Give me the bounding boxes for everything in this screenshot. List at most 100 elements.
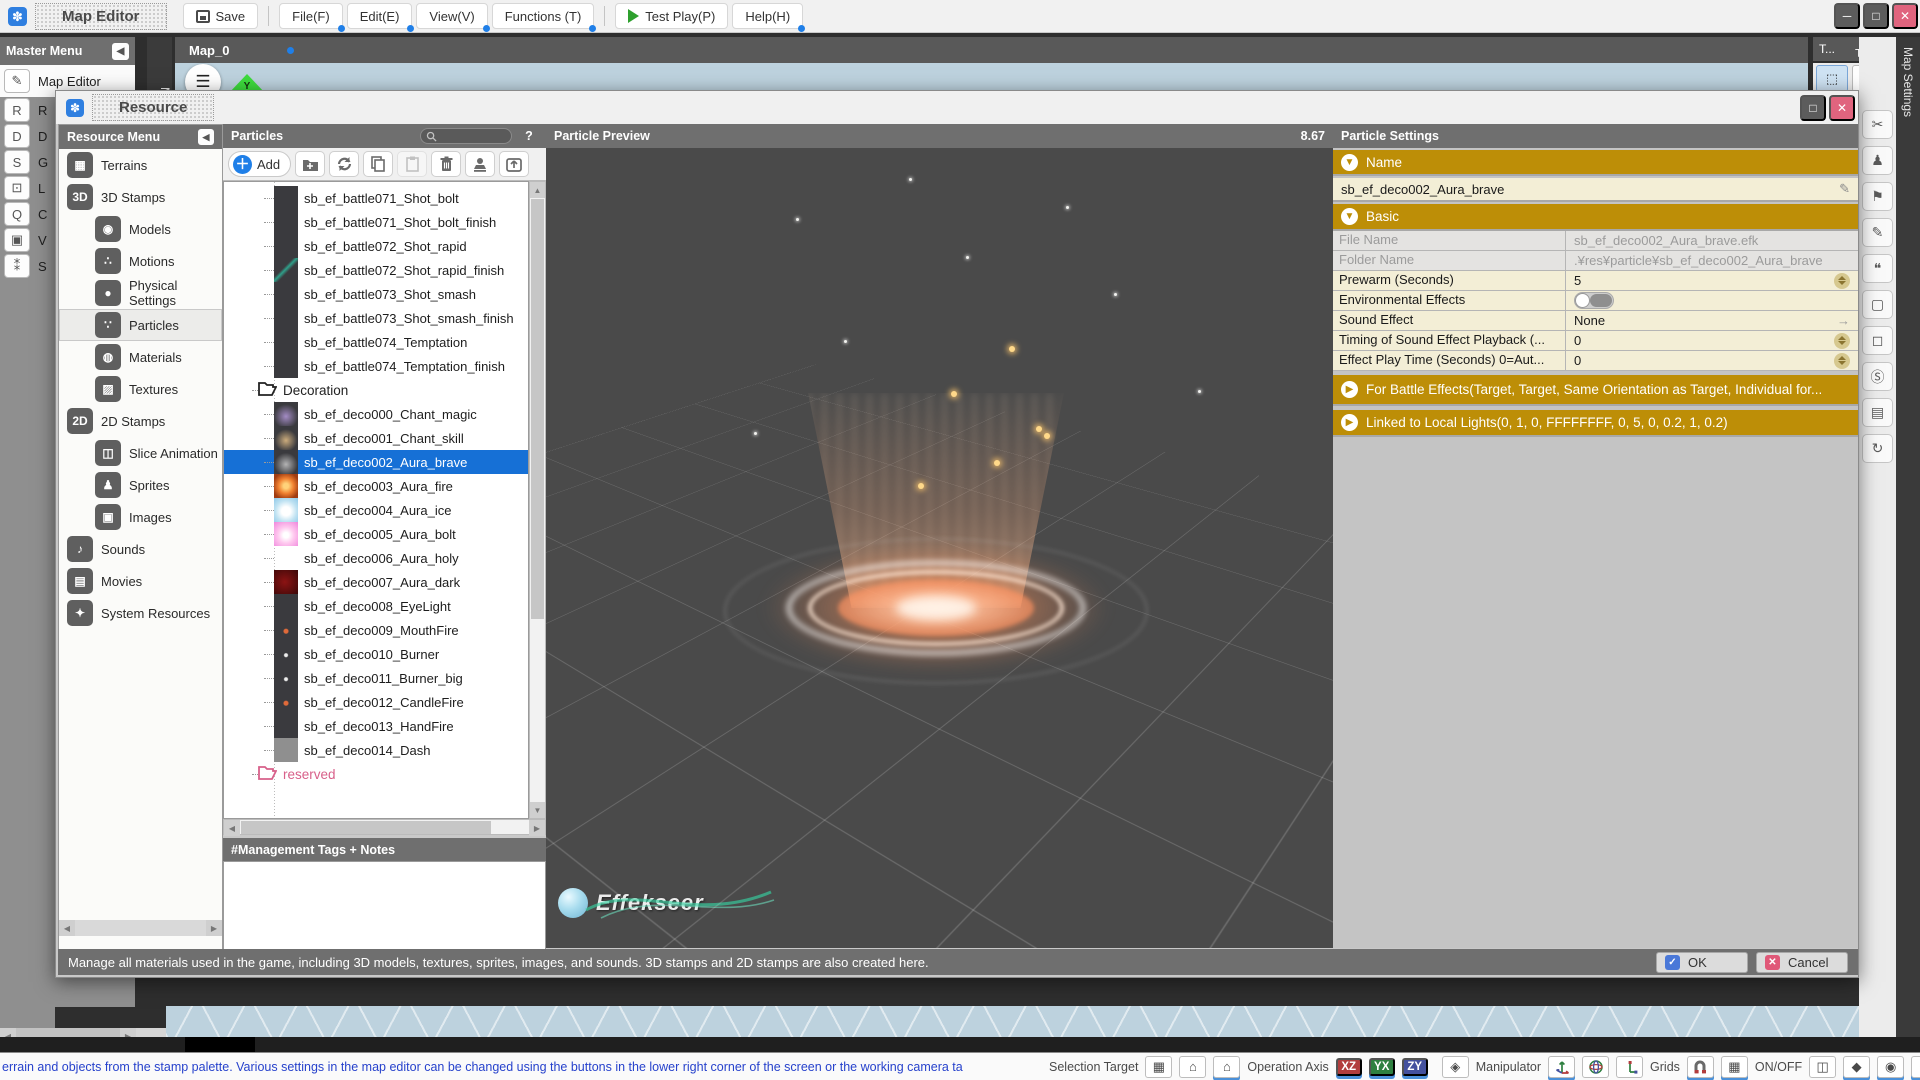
stamp-mode-button[interactable]: ◈ <box>1442 1056 1469 1078</box>
resource-menu-item-sprites[interactable]: ♟Sprites <box>59 469 222 501</box>
undo-icon[interactable]: ↻ <box>1862 434 1893 463</box>
tree-item[interactable]: sb_ef_battle071_Shot_bolt_finish <box>224 210 528 234</box>
new-folder-button[interactable] <box>295 151 325 177</box>
snap-magnet-button[interactable] <box>1687 1056 1714 1078</box>
stamp-select-icon[interactable]: ✂ <box>1862 110 1893 139</box>
section-name[interactable]: ▼ Name <box>1333 150 1858 176</box>
scrollbar-thumb[interactable] <box>531 199 544 619</box>
effect-wand-button[interactable]: ✦ <box>1911 1056 1920 1078</box>
resource-menu-item-slice-animation[interactable]: ◫Slice Animation <box>59 437 222 469</box>
edit-pencil-icon[interactable]: ✎ <box>1839 181 1850 197</box>
help-button[interactable]: ? <box>520 129 538 143</box>
copy-button[interactable] <box>363 151 393 177</box>
tree-item[interactable]: sb_ef_deco003_Aura_fire <box>224 474 528 498</box>
resource-menu-item-textures[interactable]: ▨Textures <box>59 373 222 405</box>
tree-item[interactable]: sb_ef_battle072_Shot_rapid <box>224 234 528 258</box>
ok-button[interactable]: ✓ OK <box>1656 952 1748 973</box>
resource-menu-item-materials[interactable]: ◍Materials <box>59 341 222 373</box>
edit-icon[interactable]: ✎ <box>1862 218 1893 247</box>
axis-yx-button[interactable]: YX <box>1369 1058 1395 1076</box>
resource-close-button[interactable]: ✕ <box>1829 95 1855 121</box>
move-tool-button[interactable] <box>1548 1056 1575 1078</box>
axis-zy-button[interactable]: ZY <box>1402 1058 1428 1076</box>
menu-filef[interactable]: File(F) <box>279 3 343 29</box>
spinner-icon[interactable] <box>1834 333 1850 349</box>
menu-functionst[interactable]: Functions (T) <box>492 3 595 29</box>
resource-menu-item-3d-stamps[interactable]: 3D3D Stamps <box>59 181 222 213</box>
resource-menu-item-terrains[interactable]: ▦Terrains <box>59 149 222 181</box>
menu-viewv[interactable]: View(V) <box>416 3 487 29</box>
tree-item[interactable]: sb_ef_battle073_Shot_smash <box>224 282 528 306</box>
box-icon[interactable]: ▢ <box>1862 290 1893 319</box>
tree-folder-decoration[interactable]: Decoration <box>224 378 528 402</box>
clipboard-icon[interactable]: ▤ <box>1862 398 1893 427</box>
tree-item[interactable]: sb_ef_deco013_HandFire <box>224 714 528 738</box>
export-button[interactable] <box>499 151 529 177</box>
scroll-right-icon[interactable]: ▶ <box>206 920 222 936</box>
setting-value[interactable]: 0 <box>1566 351 1858 370</box>
tree-item[interactable]: sb_ef_deco014_Dash <box>224 738 528 762</box>
resource-menu-item-2d-stamps[interactable]: 2D2D Stamps <box>59 405 222 437</box>
scrollbar-thumb[interactable] <box>241 821 491 834</box>
section-battle-effects[interactable]: ▶ For Battle Effects(Target, Target, Sam… <box>1333 375 1858 406</box>
spinner-icon[interactable] <box>1834 273 1850 289</box>
paste-button[interactable] <box>397 151 427 177</box>
grid-toggle-button[interactable]: ▦ <box>1721 1056 1748 1078</box>
window-minimize-button[interactable]: ─ <box>1834 3 1860 29</box>
cancel-button[interactable]: ✕ Cancel <box>1756 952 1848 973</box>
setting-value[interactable] <box>1566 291 1858 310</box>
toggle-off[interactable] <box>1574 292 1614 309</box>
scale-tool-button[interactable] <box>1616 1056 1643 1078</box>
search-input[interactable] <box>420 128 512 144</box>
window-maximize-button[interactable]: □ <box>1863 3 1889 29</box>
tree-item[interactable]: sb_ef_deco000_Chant_magic <box>224 402 528 426</box>
resource-menu-item-movies[interactable]: ▤Movies <box>59 565 222 597</box>
rotate-tool-button[interactable] <box>1582 1056 1609 1078</box>
tree-item[interactable]: sb_ef_deco001_Chant_skill <box>224 426 528 450</box>
arrow-right-icon[interactable]: → <box>1837 313 1850 328</box>
resource-titlebar[interactable]: ✽ Resource □ ✕ <box>56 91 1858 124</box>
select-building-button[interactable]: ⌂ <box>1213 1056 1240 1078</box>
tree-item[interactable]: sb_ef_deco010_Burner <box>224 642 528 666</box>
resource-menu-item-physical-settings[interactable]: ●Physical Settings <box>59 277 222 309</box>
flag-icon[interactable]: ⚑ <box>1862 182 1893 211</box>
tree-item[interactable]: sb_ef_deco006_Aura_holy <box>224 546 528 570</box>
tree-item[interactable]: sb_ef_deco009_MouthFire <box>224 618 528 642</box>
section-local-lights[interactable]: ▶ Linked to Local Lights(0, 1, 0, FFFFFF… <box>1333 410 1858 437</box>
layout-toggle-button[interactable]: ◫ <box>1809 1056 1836 1078</box>
select-map-chip-button[interactable]: ▦ <box>1145 1056 1172 1078</box>
prism-toggle-button[interactable]: ◆ <box>1843 1056 1870 1078</box>
help-menu[interactable]: Help(H) <box>732 3 803 29</box>
refresh-button[interactable] <box>329 151 359 177</box>
name-field[interactable]: sb_ef_deco002_Aura_brave ✎ <box>1333 178 1858 202</box>
scroll-left-icon[interactable]: ◀ <box>224 820 240 836</box>
system-icon[interactable]: Ⓢ <box>1862 362 1893 391</box>
tree-vertical-scrollbar[interactable]: ▲ ▼ <box>529 181 546 819</box>
tree-horizontal-scrollbar[interactable]: ◀ ▶ <box>223 819 546 835</box>
resource-menu-item-sounds[interactable]: ♪Sounds <box>59 533 222 565</box>
collapse-left-icon[interactable]: ◀ <box>198 129 214 145</box>
comment-icon[interactable]: ❝ <box>1862 254 1893 283</box>
save-button[interactable]: Save <box>183 3 259 29</box>
map-settings-tab[interactable]: Map Settings <box>1896 37 1920 1052</box>
test-play-button[interactable]: Test Play(P) <box>615 3 728 29</box>
resource-menu-item-particles[interactable]: ∵Particles <box>59 309 222 341</box>
select-object-button[interactable]: ⌂ <box>1179 1056 1206 1078</box>
scroll-right-icon[interactable]: ▶ <box>529 820 545 836</box>
preview-viewport[interactable]: Effekseer <box>546 148 1333 948</box>
resource-menu-item-images[interactable]: ▣Images <box>59 501 222 533</box>
resource-menu-item-system-resources[interactable]: ✦System Resources <box>59 597 222 629</box>
scroll-down-icon[interactable]: ▼ <box>530 802 545 818</box>
marquee-select-tool[interactable]: ⬚ <box>1816 65 1848 92</box>
tree-item[interactable]: sb_ef_battle071_Shot_bolt <box>224 186 528 210</box>
stamp-button[interactable] <box>465 151 495 177</box>
map-tab-bar[interactable]: Map_0 <box>175 37 1808 63</box>
map-canvas-strip[interactable] <box>166 1006 1896 1037</box>
add-button[interactable]: ＋ Add <box>228 151 291 177</box>
tree-item[interactable]: sb_ef_battle072_Shot_rapid_finish <box>224 258 528 282</box>
collapse-left-icon[interactable]: ◀ <box>112 43 129 60</box>
tree-item[interactable]: sb_ef_deco004_Aura_ice <box>224 498 528 522</box>
setting-value[interactable]: None→ <box>1566 311 1858 330</box>
tree-folder-reserved[interactable]: reserved <box>224 762 528 786</box>
spinner-icon[interactable] <box>1834 353 1850 369</box>
